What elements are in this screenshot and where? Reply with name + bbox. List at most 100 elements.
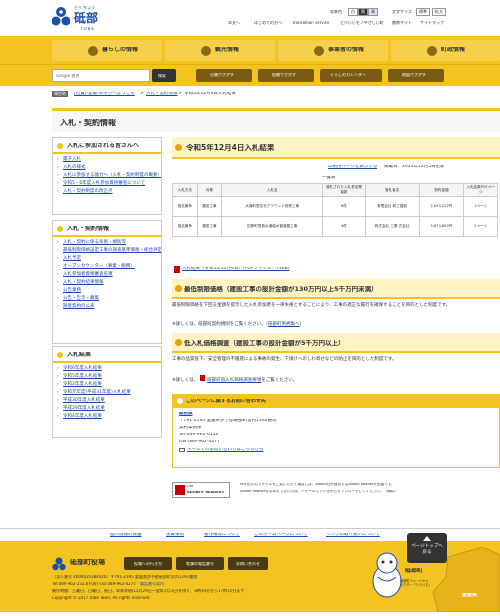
sidebar-item[interactable]: 電子入札	[53, 156, 161, 164]
pdf-icon	[174, 266, 180, 273]
footer-copyright: Copyright © 2017 Tobe Town, All rights r…	[52, 596, 151, 600]
breadcrumb-contract[interactable]: 入札・契約情報	[146, 92, 178, 97]
town-hall-icon	[427, 46, 437, 56]
cell: 建設工事	[196, 196, 223, 217]
cell: 田那町簡易水道給水管道路工事	[221, 216, 324, 237]
sidebar-item[interactable]: 入札予定	[53, 255, 161, 263]
nav-government-label: 町政情報	[441, 47, 466, 53]
sidebar-heading-bidders: 入札に参加される皆さんへ	[53, 138, 161, 154]
footer-link-disclaimer[interactable]: 免責事項	[166, 533, 184, 538]
section-more-low: ※詳しくは、砥部町契約規則をご覧ください。（砥部町例規集へ）	[172, 321, 498, 328]
col-method: 入札方法	[172, 183, 198, 197]
adobe-reader-badge[interactable]: Get ADOBE® READER®	[172, 482, 230, 498]
breadcrumb-home[interactable]: [位置]-愛媛-あそびへようこそ	[74, 92, 135, 97]
header-link-tobe[interactable]: とべいいモノやさしい町	[340, 21, 384, 25]
sidebar-item[interactable]: 令和5・6年度入札参加資格審査について	[53, 180, 161, 188]
sidebar-item[interactable]: 随意契約の公表	[53, 303, 161, 311]
nav-business[interactable]: 事業者の情報	[278, 40, 388, 61]
print-link[interactable]: 印刷用ページを表示する	[328, 165, 377, 170]
survey-guideline-link[interactable]: 砥部町低入札価格調査要領	[207, 378, 261, 383]
font-standard-button[interactable]: 標準	[416, 8, 430, 16]
mascot-label: 砥部町	[405, 568, 424, 574]
cell: 6件	[322, 196, 366, 217]
bg-color-label: 背景色	[330, 10, 342, 14]
font-large-button[interactable]: 拡大	[432, 8, 446, 16]
footer-link-privacy[interactable]: 個人情報の保護	[110, 533, 142, 538]
header-link-mobile[interactable]: 携帯サイト	[392, 21, 412, 25]
sidebar-item[interactable]: 公告業務	[53, 287, 161, 295]
bg-blue-button[interactable]: 青	[368, 8, 378, 16]
sidebar-item[interactable]: 最低制限価格設定工事の調査基準価格・総合評定値通知書	[53, 247, 161, 255]
contact-section: 契約業務係	[179, 426, 202, 430]
header-link-first[interactable]: はじめての方へ	[254, 21, 282, 25]
org-search-button[interactable]: 組織でさがす	[258, 69, 314, 82]
sidebar-item[interactable]: 入札・契約結果情報	[53, 279, 161, 287]
directions-button[interactable]: 役場への行き方	[124, 557, 172, 570]
footer-office-name: 砥部町役場	[70, 559, 105, 566]
sidebar-item[interactable]: オープンカウンター（事業・総務）	[53, 263, 161, 271]
sidebar-item[interactable]: 入札参加者資格審査名簿	[53, 271, 161, 279]
nav-living[interactable]: 暮らしの情報	[52, 40, 162, 61]
adobe-badge-text: ADOBE® READER®	[187, 491, 225, 494]
sidebar-title-results: 入札結果	[67, 352, 92, 358]
cell: 1ページ	[463, 196, 498, 217]
phone-list-button[interactable]: 各課の電話番号	[176, 557, 224, 570]
map-search-label: 地図でさがす	[402, 73, 426, 77]
inquiry-button[interactable]: お問い合わせ	[228, 557, 268, 570]
header-link-translation[interactable]: Translation service	[292, 21, 329, 25]
search-button[interactable]: 検索	[152, 69, 176, 82]
category-search-button[interactable]: 分類でさがす	[196, 69, 252, 82]
contact-fax: Fax:089-962-4277	[179, 440, 220, 444]
nav-government[interactable]: 町政情報	[391, 40, 500, 61]
cell: 2,633,222円	[418, 196, 465, 217]
col-amount: 契約金額	[418, 183, 465, 197]
header-link-sitemap[interactable]: サイトマップ	[420, 21, 444, 25]
sidebar-item[interactable]: 平成29年度入札結果	[53, 405, 161, 413]
bullet-icon	[57, 226, 63, 232]
footer-link-copyright[interactable]: 著作権等について	[204, 533, 240, 538]
section-body-survey: 工事の品質低下、安全管理の不徹底による事故の発生、下請けへのしわ寄せなどの防止を…	[172, 357, 397, 362]
sidebar-item[interactable]: 令和元年度(平成31年度)入札結果	[53, 389, 161, 397]
map-search-button[interactable]: 地図でさがす	[388, 69, 444, 82]
bg-black-button[interactable]: 黒	[358, 8, 368, 16]
contact-dept[interactable]: 総務課	[179, 412, 193, 417]
nav-business-label: 事業者の情報	[328, 47, 365, 53]
regulations-link[interactable]: 砥部町例規集へ	[268, 322, 300, 327]
site-logo[interactable]: とべ ちょう 砥部 TOBE	[51, 4, 114, 32]
results-table: 入札方法 対象 入札名 落札された入札参加業者数 落札者名 契約金額 入札結果P…	[172, 183, 498, 237]
col-name: 入札名	[221, 183, 324, 197]
header-link-skip[interactable]: 本文へ	[228, 21, 240, 25]
footer-link-about[interactable]: このホームページについて	[254, 533, 308, 538]
sidebar-item[interactable]: 入札・契約に係る条例・規則等	[53, 239, 161, 247]
footer-logo-icon	[52, 556, 66, 571]
nav-tourism[interactable]: 観光情報	[165, 40, 275, 61]
logo-kana: とべ ちょう	[74, 6, 96, 10]
cell: 株式会社 工業 式会社	[364, 216, 420, 237]
sidebar-item[interactable]: 令和4年度入札結果	[53, 413, 161, 421]
pdf-link[interactable]: 入札結果（令和5年12月4日）[PDFファイル／73KB]	[182, 267, 290, 272]
footer-tel-link[interactable]: 電話番号案内	[140, 582, 164, 586]
mail-icon	[179, 448, 185, 452]
sidebar-item[interactable]: 令和6年度入札結果	[53, 365, 161, 373]
org-search-label: 組織でさがす	[272, 73, 296, 77]
sidebar-item[interactable]: 入札・契約制度の改正点	[53, 188, 161, 196]
sidebar-item[interactable]: 入札の様式	[53, 164, 161, 172]
cell: 5,673,800円	[418, 216, 465, 237]
sidebar-item[interactable]: 平成30年度入札結果	[53, 397, 161, 405]
sidebar-item[interactable]: 公告・告示・募集	[53, 295, 161, 303]
search-input[interactable]: Google 提供	[52, 69, 150, 82]
sidebar-item[interactable]: 入札に参加する論力へ（入札・契約制度の概要）	[53, 172, 161, 180]
bg-white-button[interactable]: 白	[348, 8, 358, 16]
back-to-top-button[interactable]: ページトップへ戻る	[407, 533, 447, 563]
contact-address: 〒791-2195 愛媛県伊予郡砥部町宮内1392番地	[179, 419, 277, 423]
footer-link-links[interactable]: リンクの取り扱いについて	[326, 533, 380, 538]
table-row: 指名競争 建設工事 大南町営住宅グラウンド改修工事 6件 有限会社 和工建設 2…	[172, 196, 498, 217]
calendar-button[interactable]: くらしのカレンダー	[320, 69, 382, 82]
adobe-note-1: PDF形式のファイルをご覧いただく場合には、Adobe社が提供するAdobe R…	[240, 483, 395, 486]
contact-box: このページに関するお問い合わせ先 総務課 〒791-2195 愛媛県伊予郡砥部町…	[172, 394, 500, 468]
calendar-label: くらしのカレンダー	[330, 73, 366, 77]
sidebar-item[interactable]: 令和2年度入札結果	[53, 381, 161, 389]
sidebar-item[interactable]: 令和5年度入札結果	[53, 373, 161, 381]
contact-mail-link[interactable]: メールでのお問い合わせはこちらから	[187, 448, 264, 453]
adobe-note-2: Adobe Readerをお持ちでない方は、バナーのリンク先からダウンロードして…	[240, 490, 398, 493]
